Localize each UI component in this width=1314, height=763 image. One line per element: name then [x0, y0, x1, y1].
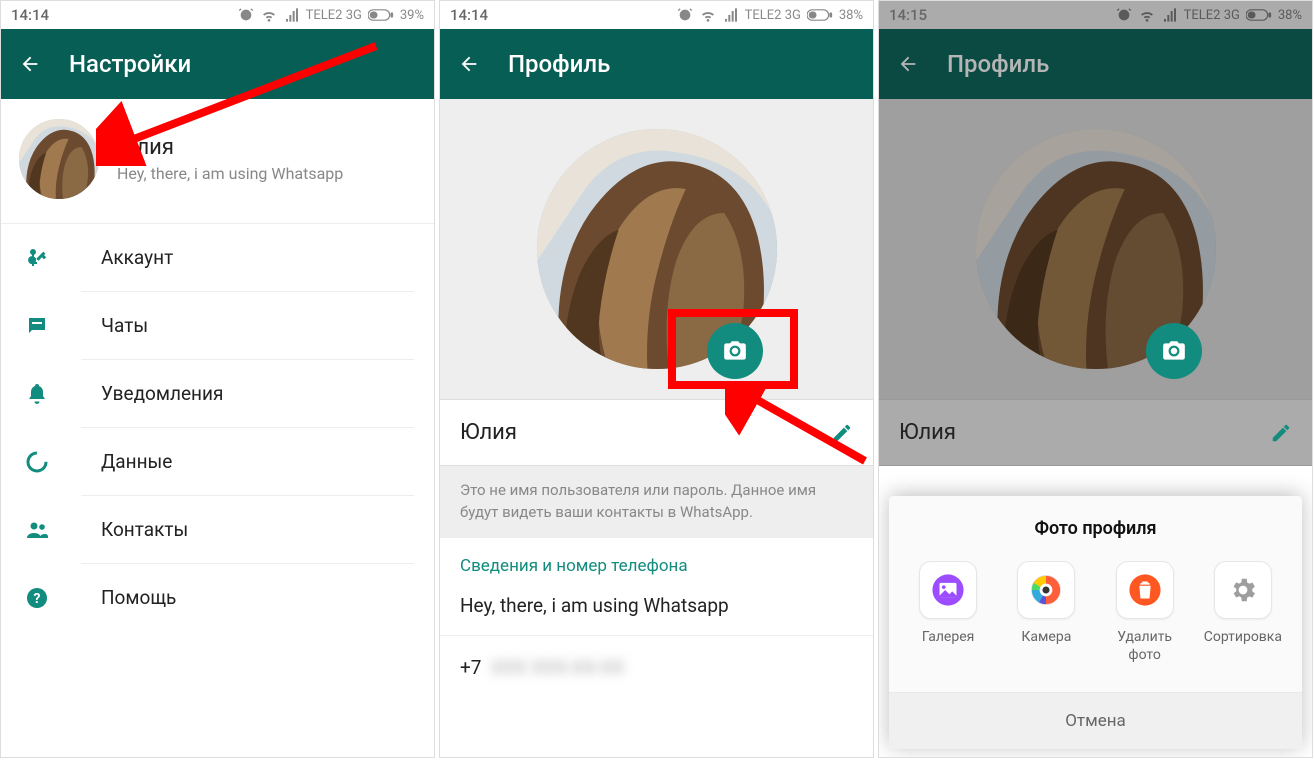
help-icon: ? [23, 584, 51, 612]
profile-row[interactable]: Юлия Hey, there, i am using Whatsapp [1, 99, 434, 224]
option-camera[interactable]: Камера [1003, 561, 1089, 664]
status-bar: 14:14 TELE2 3G 38% [440, 1, 873, 29]
change-photo-button[interactable] [707, 323, 763, 379]
page-title: Настройки [69, 50, 191, 78]
status-icons: TELE2 3G 38% [1116, 7, 1302, 23]
profile-name: Юлия [460, 420, 831, 445]
settings-item-help[interactable]: ? Помощь [81, 564, 414, 631]
app-bar: Профиль [879, 29, 1312, 99]
option-delete[interactable]: Удалить фото [1102, 561, 1188, 664]
avatar [19, 119, 99, 199]
gear-icon [1214, 561, 1272, 619]
sheet-title: Фото профиля [889, 496, 1302, 551]
screen-profile: 14:14 TELE2 3G 38% Профиль Юлия Это не и… [439, 0, 874, 758]
wifi-icon [260, 7, 278, 23]
profile-status: Hey, there, i am using Whatsapp [117, 164, 343, 183]
signal-icon [723, 7, 739, 23]
profile-photo-area [440, 99, 873, 399]
battery-label: 38% [839, 8, 863, 23]
settings-label: Помощь [101, 586, 176, 609]
contacts-icon [23, 516, 51, 544]
status-time: 14:15 [889, 6, 1116, 24]
battery-icon [368, 8, 394, 22]
option-label: Камера [1003, 629, 1089, 647]
wifi-icon [1138, 7, 1156, 23]
edit-icon[interactable] [831, 422, 853, 444]
status-bar: 14:15 TELE2 3G 38% [879, 1, 1312, 29]
settings-item-contacts[interactable]: Контакты [81, 496, 414, 564]
camera-app-icon [1017, 561, 1075, 619]
option-label: Удалить фото [1102, 629, 1188, 664]
phone-number-row[interactable]: +7 XXX XXX-XX-XX [440, 635, 873, 699]
signal-icon [284, 7, 300, 23]
settings-item-account[interactable]: Аккаунт [81, 224, 414, 292]
settings-list: Аккаунт Чаты Уведомления Данные Контакты… [1, 224, 434, 631]
battery-label: 39% [400, 8, 424, 23]
page-title: Профиль [508, 50, 610, 78]
option-gallery[interactable]: Галерея [905, 561, 991, 664]
settings-label: Чаты [101, 314, 148, 337]
alarm-icon [238, 7, 254, 23]
profile-photo-area [879, 99, 1312, 399]
settings-label: Контакты [101, 518, 188, 541]
battery-icon [807, 8, 833, 22]
key-icon [23, 244, 51, 272]
app-bar: Настройки [1, 29, 434, 99]
about-text[interactable]: Hey, there, i am using Whatsapp [440, 584, 873, 635]
settings-label: Уведомления [101, 382, 223, 405]
settings-item-notifications[interactable]: Уведомления [81, 360, 414, 428]
status-time: 14:14 [450, 6, 677, 24]
name-hint: Это не имя пользователя или пароль. Данн… [440, 466, 873, 538]
carrier-label: TELE2 3G [306, 8, 362, 23]
alarm-icon [677, 7, 693, 23]
cancel-button[interactable]: Отмена [889, 692, 1302, 749]
gallery-icon [919, 561, 977, 619]
camera-icon [1161, 338, 1187, 364]
carrier-label: TELE2 3G [745, 8, 801, 23]
phone-prefix: +7 [460, 656, 481, 679]
carrier-label: TELE2 3G [1184, 8, 1240, 23]
status-icons: TELE2 3G 38% [677, 7, 863, 23]
battery-label: 38% [1278, 8, 1302, 23]
phone-number-redacted: XXX XXX-XX-XX [486, 656, 624, 679]
option-label: Галерея [905, 629, 991, 647]
alarm-icon [1116, 7, 1132, 23]
camera-icon [722, 338, 748, 364]
svg-text:?: ? [34, 591, 41, 607]
screen-settings: 14:14 TELE2 3G 39% Настройки Юлия Hey, t… [0, 0, 435, 758]
screen-profile-photo-sheet: 14:15 TELE2 3G 38% Профиль Юлия Фото про… [878, 0, 1313, 758]
profile-name: Юлия [117, 135, 343, 160]
back-icon[interactable] [458, 53, 480, 75]
settings-label: Аккаунт [101, 246, 173, 269]
photo-options-sheet: Фото профиля Галерея Камера Удалить фото [889, 496, 1302, 749]
signal-icon [1162, 7, 1178, 23]
battery-icon [1246, 8, 1272, 22]
page-title: Профиль [947, 50, 1049, 78]
trash-icon [1116, 561, 1174, 619]
edit-icon [1270, 422, 1292, 444]
chat-icon [23, 312, 51, 340]
back-icon[interactable] [897, 53, 919, 75]
section-about-phone: Сведения и номер телефона [440, 538, 873, 584]
status-bar: 14:14 TELE2 3G 39% [1, 1, 434, 29]
option-sort[interactable]: Сортировка [1200, 561, 1286, 664]
sheet-options: Галерея Камера Удалить фото Сортировка [889, 551, 1302, 692]
profile-name: Юлия [899, 420, 1270, 445]
option-label: Сортировка [1200, 629, 1286, 647]
wifi-icon [699, 7, 717, 23]
status-time: 14:14 [11, 6, 238, 24]
settings-label: Данные [101, 450, 172, 473]
data-icon [23, 448, 51, 476]
back-icon[interactable] [19, 53, 41, 75]
bell-icon [23, 380, 51, 408]
name-row: Юлия [879, 399, 1312, 466]
app-bar: Профиль [440, 29, 873, 99]
change-photo-button [1146, 323, 1202, 379]
name-row[interactable]: Юлия [440, 399, 873, 466]
status-icons: TELE2 3G 39% [238, 7, 424, 23]
settings-item-chats[interactable]: Чаты [81, 292, 414, 360]
settings-item-data[interactable]: Данные [81, 428, 414, 496]
